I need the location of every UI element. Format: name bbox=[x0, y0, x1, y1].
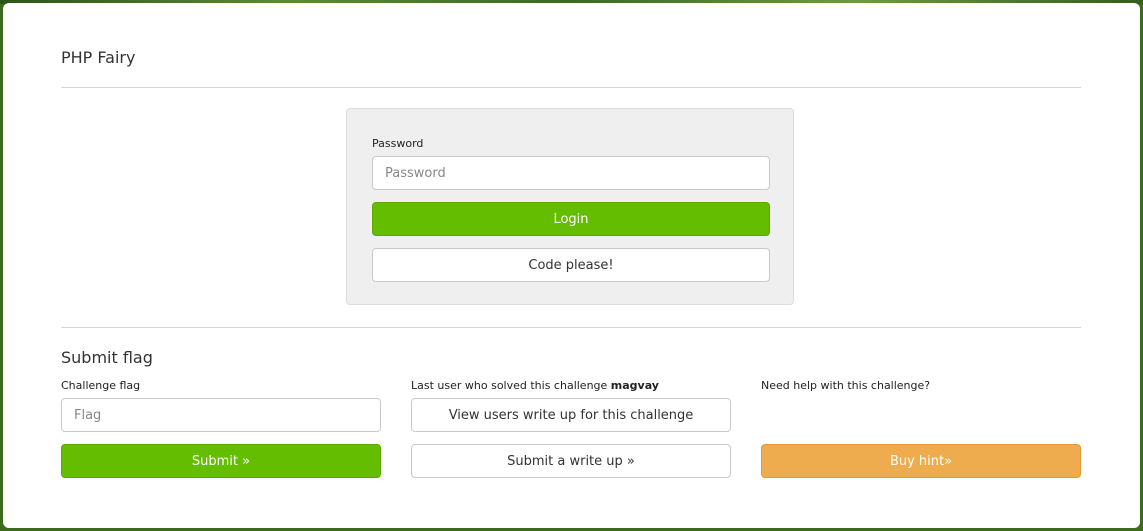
buy-hint-button[interactable]: Buy hint» bbox=[761, 444, 1081, 478]
main-panel: PHP Fairy Password Login Code please! Su… bbox=[3, 3, 1140, 528]
challenge-flag-label: Challenge flag bbox=[61, 379, 141, 392]
login-button[interactable]: Login bbox=[372, 202, 770, 236]
last-solver-label: Last user who solved this challenge magv… bbox=[411, 379, 659, 392]
help-label: Need help with this challenge? bbox=[761, 379, 931, 392]
submit-flag-heading: Submit flag bbox=[61, 348, 153, 367]
view-writeup-button[interactable]: View users write up for this challenge bbox=[411, 398, 731, 432]
divider bbox=[61, 87, 1081, 88]
page-title: PHP Fairy bbox=[61, 48, 136, 67]
password-label: Password bbox=[372, 137, 424, 150]
password-input[interactable] bbox=[372, 156, 770, 190]
login-form: Password Login Code please! bbox=[346, 108, 794, 305]
submit-writeup-button[interactable]: Submit a write up » bbox=[411, 444, 731, 478]
divider bbox=[61, 327, 1081, 328]
last-solver-name: magvay bbox=[610, 379, 659, 392]
code-please-button[interactable]: Code please! bbox=[372, 248, 770, 282]
last-solver-prefix: Last user who solved this challenge bbox=[411, 379, 611, 392]
flag-input[interactable] bbox=[61, 398, 381, 432]
submit-flag-button[interactable]: Submit » bbox=[61, 444, 381, 478]
